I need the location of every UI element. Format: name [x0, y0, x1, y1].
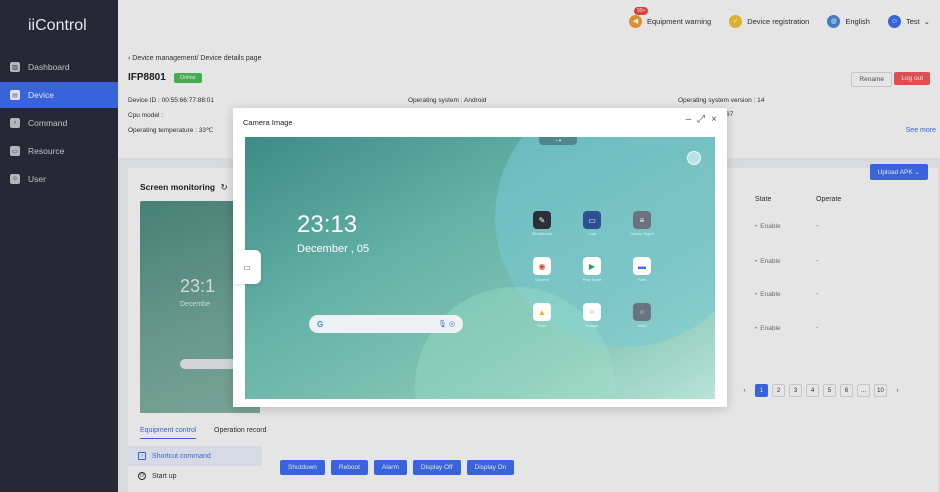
app-icon: ⁘ More [628, 303, 656, 328]
modal-controls: – ⤢ × [680, 114, 717, 125]
app-icon: ◉ Chrome [528, 257, 556, 282]
app-icon: ▲ Drive [528, 303, 556, 328]
modal-title: Camera Image [243, 118, 293, 127]
chrome-icon: ◉ [533, 257, 551, 275]
maximize-icon[interactable]: ⤢ [697, 114, 705, 125]
screen-search-bar: G 🎙 ◎ [309, 315, 463, 333]
more-apps-icon: ⁘ [633, 303, 651, 321]
google-icon: G [317, 319, 324, 329]
close-icon[interactable]: × [711, 114, 717, 125]
mic-lens-icon: 🎙 ◎ [438, 321, 455, 328]
app-icon: ▶ Play Store [578, 257, 606, 282]
files-icon: ▬ [633, 257, 651, 275]
screen-status-pill: ◔ ▾ [539, 137, 577, 145]
screen-date: December , 05 [297, 243, 370, 255]
camera-icon: ▭ [243, 262, 251, 272]
screen-clock: 23:13 [297, 211, 358, 238]
minimize-icon[interactable]: – [686, 114, 692, 125]
screen-assist-dot [687, 151, 701, 165]
play-store-icon: ▶ [583, 257, 601, 275]
app-icon: ≡ Device Mgmt [628, 211, 656, 236]
app-icon: ⁘ Google [578, 303, 606, 328]
cast-icon: ▭ [583, 211, 601, 229]
google-apps-icon: ⁘ [583, 303, 601, 321]
camera-screen-image: ◔ ▾ 23:13 December , 05 G 🎙 ◎ ✎ Whiteboa… [245, 137, 715, 399]
app-icon: ▬ Files [628, 257, 656, 282]
app-icon: ✎ Whiteboard [528, 211, 556, 236]
whiteboard-icon: ✎ [533, 211, 551, 229]
app-icon: ▭ Cast [578, 211, 606, 236]
settings-sliders-icon: ≡ [633, 211, 651, 229]
drive-icon: ▲ [533, 303, 551, 321]
camera-image-modal: Camera Image – ⤢ × ◔ ▾ 23:13 December , … [233, 108, 727, 407]
camera-toggle-tab[interactable]: ▭ [233, 250, 261, 284]
